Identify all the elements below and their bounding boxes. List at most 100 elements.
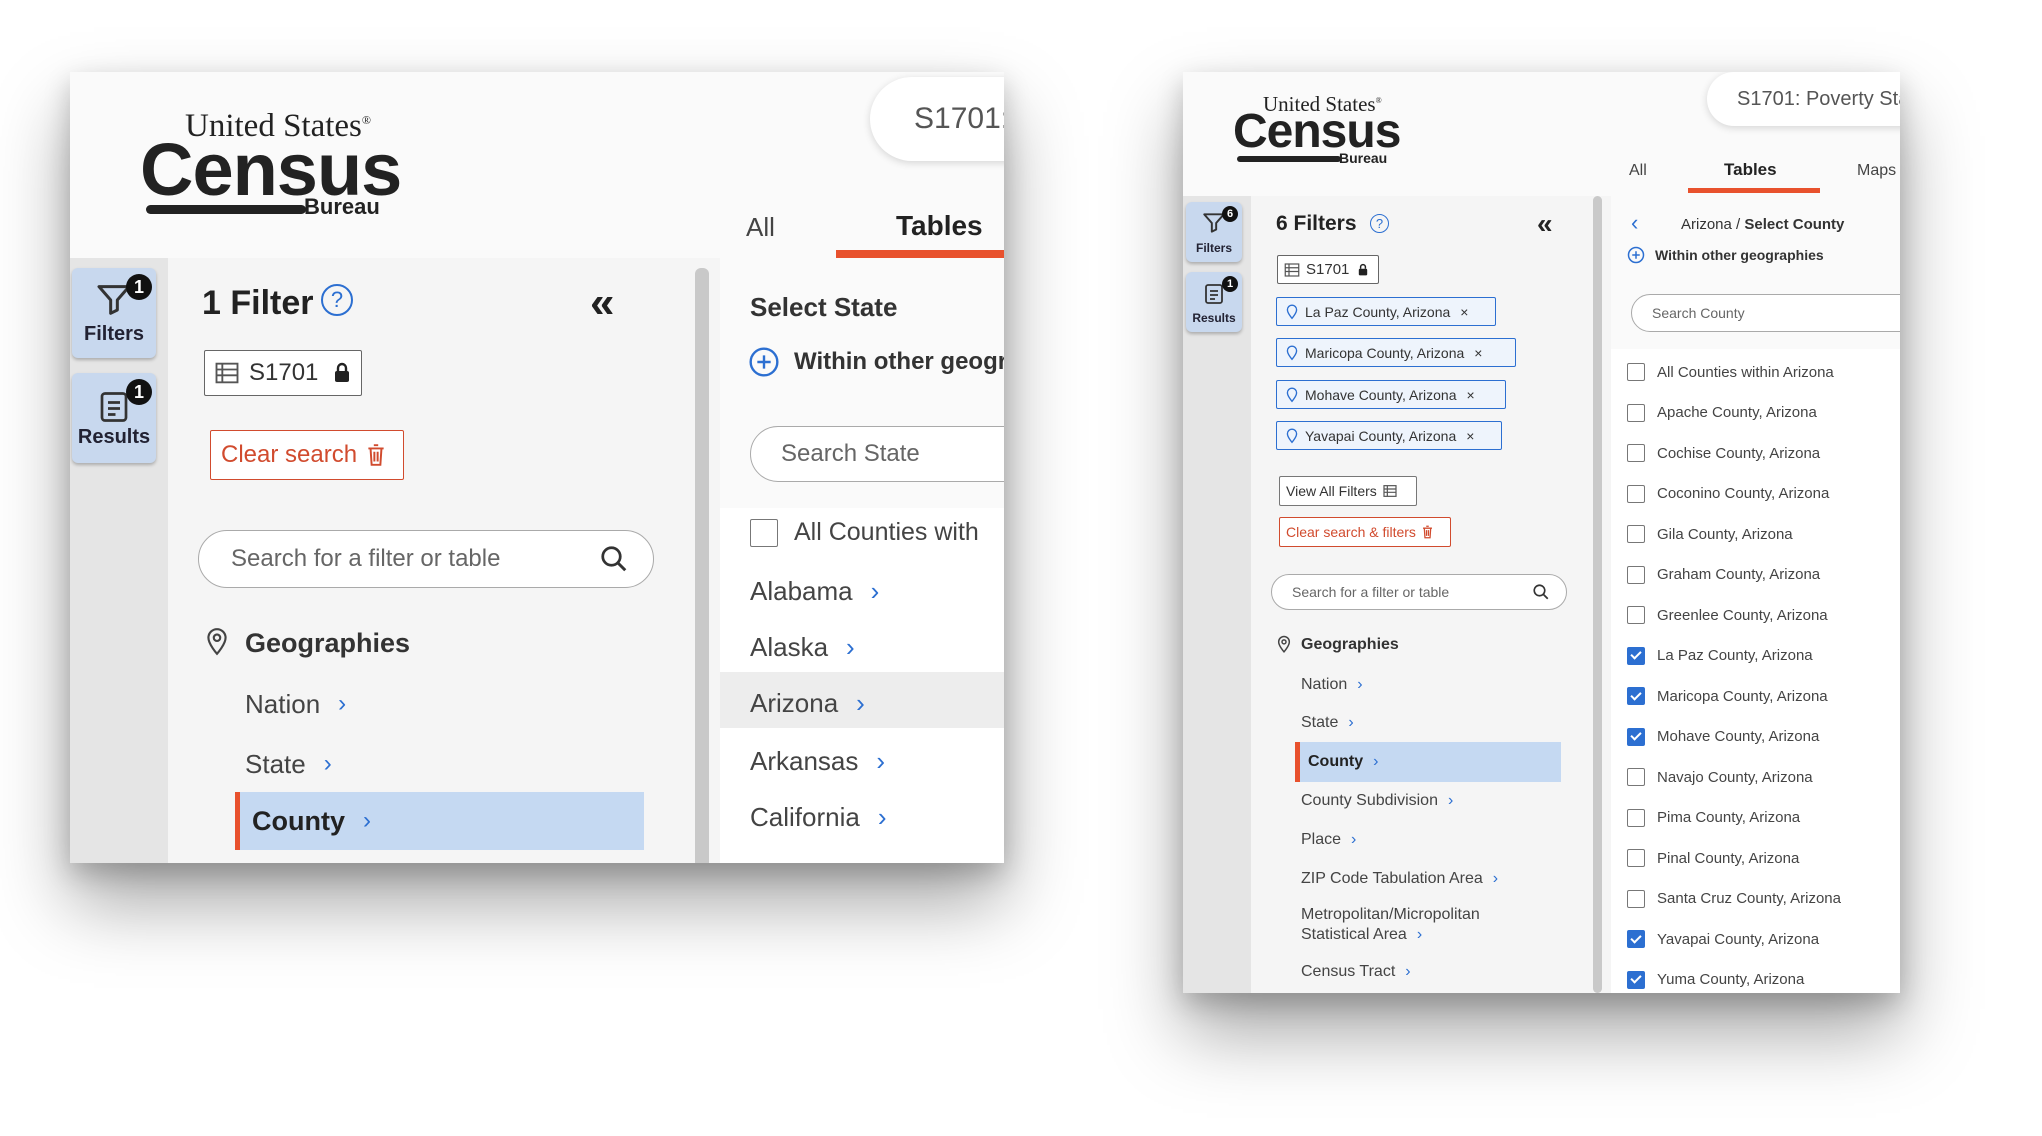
county-checkbox-row[interactable]: Coconino County, Arizona [1627,484,1829,503]
search-state-input[interactable]: Search State [750,426,1004,482]
nav-item-county[interactable]: County › [1295,742,1561,782]
search-icon[interactable] [599,544,629,574]
filter-search-placeholder: Search for a filter or table [1292,584,1450,600]
nav-item-zip-code[interactable]: ZIP Code Tabulation Area › [1301,868,1498,890]
nav-item-place[interactable]: Place › [1301,829,1356,851]
county-checkbox-row[interactable]: Navajo County, Arizona [1627,768,1813,786]
checkbox[interactable] [1627,768,1645,786]
checkbox[interactable] [1627,403,1645,422]
checkbox[interactable] [1627,889,1645,908]
tab-maps[interactable]: Maps [1857,162,1896,180]
chevron-right-icon: › [1373,753,1379,770]
nav-item-state[interactable]: State › [245,744,332,784]
county-checkbox-row[interactable]: Santa Cruz County, Arizona [1627,889,1841,908]
main-search-bar[interactable]: S1701: [870,77,1004,161]
within-other-geographies-button[interactable]: Within other geogra [748,346,1004,378]
search-county-input[interactable]: Search County [1631,294,1900,332]
state-item-alabama[interactable]: Alabama › [750,576,879,607]
checkbox-checked[interactable] [1627,646,1645,665]
nav-item-state[interactable]: State › [1301,712,1354,734]
checkbox[interactable] [1627,363,1645,381]
county-label: Pinal County, Arizona [1657,849,1800,867]
county-checkbox-row[interactable]: Cochise County, Arizona [1627,444,1820,462]
search-icon[interactable] [1532,583,1550,601]
checkbox[interactable] [1627,525,1645,543]
checkbox[interactable] [1627,444,1645,462]
census-logo[interactable]: United States® Census Bureau [140,102,402,222]
clear-search-filters-button[interactable]: Clear search & filters [1279,517,1451,547]
help-icon[interactable]: ? [321,284,353,316]
county-checkbox-row[interactable]: Greenlee County, Arizona [1627,606,1828,624]
all-counties-checkbox-row[interactable]: All Counties with [750,518,979,547]
checkbox-checked[interactable] [1627,727,1645,746]
filters-rail-button[interactable]: Filters 1 [72,268,156,358]
remove-icon[interactable]: × [1460,304,1468,320]
remove-icon[interactable]: × [1474,345,1482,361]
state-item-arkansas[interactable]: Arkansas › [750,746,885,777]
panel-scrollbar[interactable] [1593,196,1602,993]
collapse-panel-icon[interactable]: « [590,278,614,328]
tab-tables[interactable]: Tables [896,210,983,242]
tab-all[interactable]: All [746,212,775,243]
collapse-panel-icon[interactable]: « [1537,208,1553,240]
filter-search-input[interactable]: Search for a filter or table [1271,574,1567,610]
main-search-bar[interactable]: S1701: Poverty Sta [1707,72,1900,126]
nav-item-nation[interactable]: Nation › [245,684,346,724]
county-checkbox-row[interactable]: Yavapai County, Arizona [1627,930,1819,948]
county-checkbox-row[interactable]: Yuma County, Arizona [1627,970,1804,989]
checkbox-checked[interactable] [1627,970,1645,989]
view-all-filters-button[interactable]: View All Filters [1279,476,1417,506]
breadcrumb-state[interactable]: Arizona [1681,216,1732,233]
chevron-right-icon: › [1348,714,1354,731]
all-counties-checkbox-row[interactable]: All Counties within Arizona [1627,363,1834,381]
tab-all[interactable]: All [1629,162,1647,180]
results-rail-label: Results [77,426,151,448]
geo-filter-chip[interactable]: Yavapai County, Arizona × [1276,421,1502,450]
county-checkbox-row[interactable]: Pima County, Arizona [1627,808,1800,827]
results-rail-button[interactable]: Results 1 [72,373,156,463]
county-checkbox-row[interactable]: Pinal County, Arizona [1627,849,1799,867]
nav-county-label: County [1308,753,1364,770]
geo-filter-chip[interactable]: Mohave County, Arizona × [1276,380,1506,409]
checkbox[interactable] [1627,606,1645,624]
nav-item-county-subdivision[interactable]: County Subdivision › [1301,790,1453,812]
state-item-alaska[interactable]: Alaska › [750,632,855,663]
filter-panel-zoomed: United States® Census Bureau S1701: All … [70,72,1004,863]
remove-icon[interactable]: × [1466,428,1474,444]
nav-item-metro-area[interactable]: Metropolitan/Micropolitan Statistical Ar… [1301,905,1480,945]
location-pin-icon [1286,344,1298,360]
table-filter-chip: S1701 [204,350,362,396]
back-chevron-icon[interactable]: ‹ [1631,210,1638,236]
county-checkbox-row[interactable]: Gila County, Arizona [1627,525,1793,543]
county-checkbox-row[interactable]: La Paz County, Arizona [1627,646,1813,665]
panel-scrollbar[interactable] [695,268,709,863]
checkbox[interactable] [1627,565,1645,584]
county-checkbox-row[interactable]: Maricopa County, Arizona [1627,687,1828,705]
checkbox-checked[interactable] [1627,930,1645,948]
geo-filter-chip[interactable]: Maricopa County, Arizona × [1276,338,1516,367]
nav-item-nation[interactable]: Nation › [1301,674,1363,696]
help-icon[interactable]: ? [1370,214,1389,233]
checkbox[interactable] [1627,484,1645,503]
nav-item-county[interactable]: County › [235,792,644,850]
nav-item-census-tract[interactable]: Census Tract › [1301,961,1411,983]
tab-tables[interactable]: Tables [1724,160,1777,180]
clear-search-button[interactable]: Clear search [210,430,404,480]
geo-filter-chip[interactable]: La Paz County, Arizona × [1276,297,1496,326]
state-item-california[interactable]: California › [750,802,887,833]
filter-search-input[interactable]: Search for a filter or table [198,530,654,588]
county-checkbox-row[interactable]: Mohave County, Arizona [1627,727,1819,746]
county-checkbox-row[interactable]: Apache County, Arizona [1627,403,1817,422]
county-label: Navajo County, Arizona [1657,768,1813,786]
county-checkbox-row[interactable]: Graham County, Arizona [1627,565,1820,584]
checkbox-checked[interactable] [1627,687,1645,705]
remove-icon[interactable]: × [1467,387,1475,403]
census-logo[interactable]: United States® Census Bureau [1233,90,1403,170]
checkbox[interactable] [1627,849,1645,867]
results-rail-button[interactable]: Results 1 [1186,272,1242,332]
filters-rail-button[interactable]: Filters 6 [1186,202,1242,262]
checkbox[interactable] [750,518,778,547]
within-other-geographies-button[interactable]: Within other geographies [1627,246,1824,264]
state-item-arizona[interactable]: Arizona › [750,688,865,719]
checkbox[interactable] [1627,808,1645,827]
